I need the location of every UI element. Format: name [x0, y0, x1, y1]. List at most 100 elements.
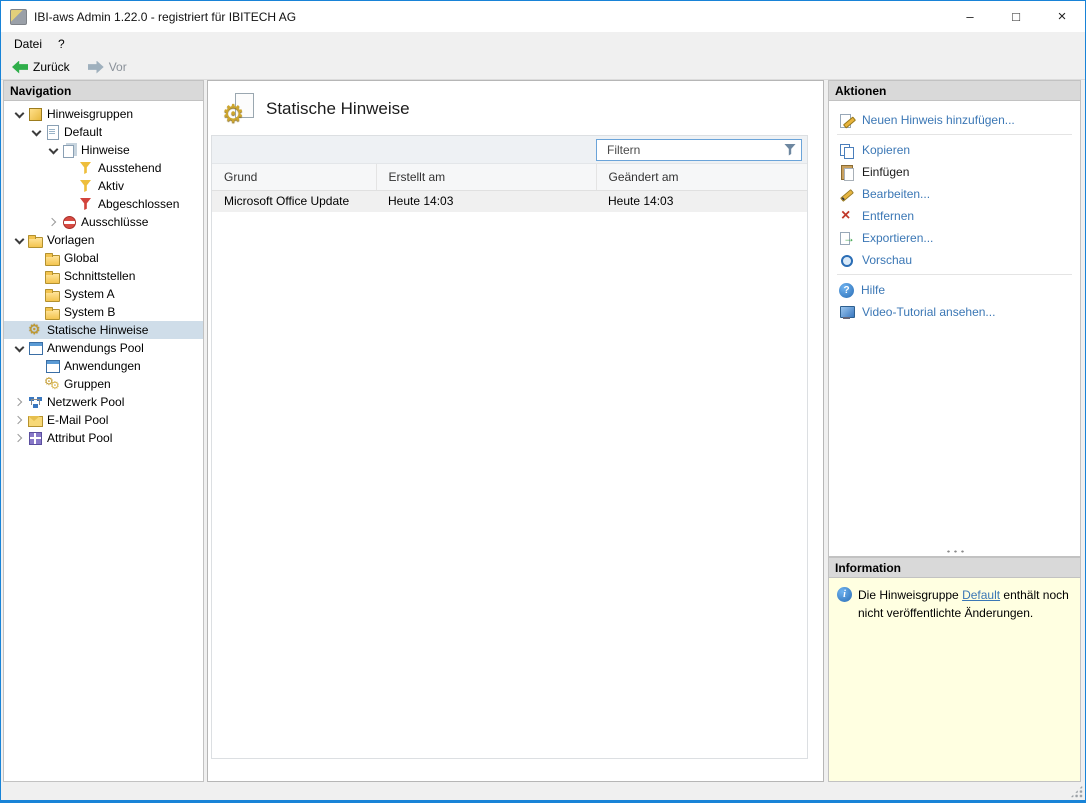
- tree-item-e-mail-pool[interactable]: E-Mail Pool: [4, 411, 203, 429]
- filter-input[interactable]: [596, 139, 802, 161]
- chevron-down-icon[interactable]: [46, 143, 61, 158]
- navigation-panel: Navigation HinweisgruppenDefaultHinweise…: [3, 80, 204, 782]
- action-label: Einfügen: [862, 165, 909, 179]
- blocked-icon: [61, 215, 77, 229]
- chevron-right-icon[interactable]: [12, 431, 27, 446]
- chevron-right-icon[interactable]: [12, 395, 27, 410]
- action-hilfe[interactable]: Hilfe: [829, 279, 1080, 301]
- tree-item-hinweise[interactable]: Hinweise: [4, 141, 203, 159]
- back-button[interactable]: Zurück: [7, 58, 75, 76]
- chevron-down-icon[interactable]: [12, 107, 27, 122]
- tree-item-label: Attribut Pool: [45, 431, 116, 445]
- column-header-grund[interactable]: Grund: [212, 164, 376, 190]
- action-label: Vorschau: [862, 253, 912, 267]
- tree-item-netzwerk-pool[interactable]: Netzwerk Pool: [4, 393, 203, 411]
- tree-item-default[interactable]: Default: [4, 123, 203, 141]
- tree-item-label: Anwendungen: [62, 359, 145, 373]
- tree-item-global[interactable]: Global: [4, 249, 203, 267]
- action-vorschau[interactable]: Vorschau: [829, 249, 1080, 271]
- tree-item-label: System B: [62, 305, 119, 319]
- tree-item-label: Gruppen: [62, 377, 115, 391]
- actions-list: Neuen Hinweis hinzufügen... Kopieren Einfü…: [829, 109, 1080, 323]
- splitter-grip-icon[interactable]: [943, 548, 967, 553]
- forward-arrow-icon: [88, 61, 104, 74]
- tree-item-label: Schnittstellen: [62, 269, 139, 283]
- tree-item-gruppen[interactable]: Gruppen: [4, 375, 203, 393]
- note-icon: [44, 125, 60, 139]
- action-video-tutorial-ansehen[interactable]: Video-Tutorial ansehen...: [829, 301, 1080, 323]
- information-body: Die Hinweisgruppe Default enthält noch n…: [829, 578, 1080, 781]
- action-kopieren[interactable]: Kopieren: [829, 139, 1080, 161]
- tree-item-anwendungen[interactable]: Anwendungen: [4, 357, 203, 375]
- table-row[interactable]: Microsoft Office UpdateHeute 14:03Heute …: [212, 190, 807, 212]
- tree-item-aktiv[interactable]: Aktiv: [4, 177, 203, 195]
- chevron-right-icon[interactable]: [46, 215, 61, 230]
- chevron-down-icon[interactable]: [12, 341, 27, 356]
- forward-label: Vor: [109, 60, 127, 74]
- action-exportieren[interactable]: Exportieren...: [829, 227, 1080, 249]
- attribute-icon: [27, 431, 43, 445]
- actions-header: Aktionen: [829, 81, 1080, 101]
- toolbar: Zurück Vor: [1, 55, 1085, 80]
- expander-spacer: [63, 161, 78, 176]
- info-text-before: Die Hinweisgruppe: [858, 588, 962, 602]
- close-button[interactable]: ×: [1039, 1, 1085, 32]
- tree-item-label: Netzwerk Pool: [45, 395, 128, 409]
- tree-item-ausschluesse[interactable]: Ausschlüsse: [4, 213, 203, 231]
- tree-item-label: Hinweisgruppen: [45, 107, 137, 121]
- tree-item-label: Default: [62, 125, 106, 139]
- tree-item-attribut-pool[interactable]: Attribut Pool: [4, 429, 203, 447]
- tree-item-label: System A: [62, 287, 119, 301]
- default-group-link[interactable]: Default: [962, 588, 1000, 602]
- menubar: Datei ?: [1, 32, 1085, 55]
- notices-table-container: Grund Erstellt am Geändert am Microsoft …: [211, 135, 808, 759]
- folder-icon: [44, 251, 60, 265]
- table-header-row: Grund Erstellt am Geändert am: [212, 164, 807, 190]
- chevron-down-icon[interactable]: [12, 233, 27, 248]
- info-icon: [837, 587, 852, 602]
- information-header: Information: [829, 558, 1080, 578]
- tree-item-system-a[interactable]: System A: [4, 285, 203, 303]
- tree-item-label: Ausstehend: [96, 161, 165, 175]
- help-icon: [839, 283, 854, 298]
- app-icon: [10, 9, 27, 25]
- statusbar: [1, 782, 1085, 800]
- table-cell: Microsoft Office Update: [212, 190, 376, 212]
- action-label: Neuen Hinweis hinzufügen...: [862, 113, 1015, 127]
- action-label: Video-Tutorial ansehen...: [862, 305, 995, 319]
- chevron-down-icon[interactable]: [29, 125, 44, 140]
- tree-item-schnittstellen[interactable]: Schnittstellen: [4, 267, 203, 285]
- action-bearbeiten[interactable]: Bearbeiten...: [829, 183, 1080, 205]
- minimize-button[interactable]: –: [947, 1, 993, 32]
- tree-item-statische-hinweise[interactable]: Statische Hinweise: [4, 321, 203, 339]
- tree-item-label: Global: [62, 251, 103, 265]
- forward-button[interactable]: Vor: [83, 58, 132, 76]
- maximize-button[interactable]: □: [993, 1, 1039, 32]
- table-cell: Heute 14:03: [376, 190, 596, 212]
- tree-item-vorlagen[interactable]: Vorlagen: [4, 231, 203, 249]
- action-neuen-hinweis-hinzufuegen[interactable]: Neuen Hinweis hinzufügen...: [829, 109, 1080, 131]
- tree-item-system-b[interactable]: System B: [4, 303, 203, 321]
- expander-spacer: [12, 323, 27, 338]
- menu-help[interactable]: ?: [50, 34, 73, 54]
- static-notices-icon: [222, 93, 255, 124]
- resize-grip-icon[interactable]: [1070, 785, 1083, 798]
- funnel-red-icon: [78, 197, 94, 211]
- tree-item-abgeschlossen[interactable]: Abgeschlossen: [4, 195, 203, 213]
- action-label: Bearbeiten...: [862, 187, 930, 201]
- tree-item-hinweisgruppen[interactable]: Hinweisgruppen: [4, 105, 203, 123]
- video-icon: [839, 305, 855, 320]
- actions-panel: Aktionen Neuen Hinweis hinzufügen... Kopi…: [828, 80, 1081, 557]
- mail-icon: [27, 413, 43, 427]
- column-header-erstellt-am[interactable]: Erstellt am: [376, 164, 596, 190]
- action-entfernen[interactable]: Entfernen: [829, 205, 1080, 227]
- column-header-geaendert-am[interactable]: Geändert am: [596, 164, 807, 190]
- expander-spacer: [29, 305, 44, 320]
- action-label: Hilfe: [861, 283, 885, 297]
- chevron-right-icon[interactable]: [12, 413, 27, 428]
- tree-item-ausstehend[interactable]: Ausstehend: [4, 159, 203, 177]
- menu-datei[interactable]: Datei: [6, 34, 50, 54]
- tree-item-anwendungs-pool[interactable]: Anwendungs Pool: [4, 339, 203, 357]
- remove-icon: [839, 209, 855, 224]
- action-einfuegen[interactable]: Einfügen: [829, 161, 1080, 183]
